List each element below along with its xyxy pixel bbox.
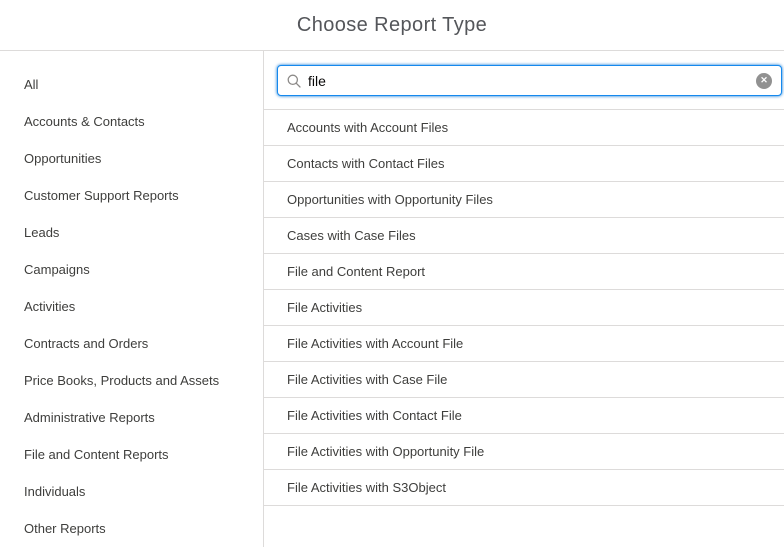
- sidebar-item[interactable]: Campaigns: [0, 251, 263, 288]
- report-type-row[interactable]: File Activities: [264, 290, 784, 326]
- modal-header: Choose Report Type: [0, 0, 784, 51]
- choose-report-type-modal: Choose Report Type AllAccounts & Contact…: [0, 0, 784, 547]
- report-type-row[interactable]: File and Content Report: [264, 254, 784, 290]
- search-row: ✕: [264, 51, 784, 110]
- search-input[interactable]: [277, 65, 782, 96]
- report-type-panel: ✕ Accounts with Account FilesContacts wi…: [264, 51, 784, 547]
- report-type-row[interactable]: Contacts with Contact Files: [264, 146, 784, 182]
- report-type-row[interactable]: Cases with Case Files: [264, 218, 784, 254]
- sidebar-item[interactable]: Accounts & Contacts: [0, 103, 263, 140]
- close-icon: ✕: [760, 76, 768, 85]
- sidebar-item[interactable]: All: [0, 66, 263, 103]
- report-type-row[interactable]: Opportunities with Opportunity Files: [264, 182, 784, 218]
- report-type-row[interactable]: File Activities with Contact File: [264, 398, 784, 434]
- sidebar-item[interactable]: Individuals: [0, 473, 263, 510]
- sidebar-item[interactable]: File and Content Reports: [0, 436, 263, 473]
- sidebar-item[interactable]: Activities: [0, 288, 263, 325]
- sidebar-item[interactable]: Contracts and Orders: [0, 325, 263, 362]
- report-type-row[interactable]: File Activities with Case File: [264, 362, 784, 398]
- sidebar-item[interactable]: Leads: [0, 214, 263, 251]
- report-type-row[interactable]: File Activities with S3Object: [264, 470, 784, 506]
- report-type-list: Accounts with Account FilesContacts with…: [264, 110, 784, 547]
- sidebar-item[interactable]: Customer Support Reports: [0, 177, 263, 214]
- report-category-sidebar: AllAccounts & ContactsOpportunitiesCusto…: [0, 51, 264, 547]
- report-type-row[interactable]: File Activities with Account File: [264, 326, 784, 362]
- clear-search-button[interactable]: ✕: [756, 73, 772, 89]
- page-title: Choose Report Type: [297, 14, 487, 37]
- report-type-row[interactable]: File Activities with Opportunity File: [264, 434, 784, 470]
- report-type-row[interactable]: Accounts with Account Files: [264, 110, 784, 146]
- search-box: ✕: [277, 65, 782, 96]
- sidebar-item[interactable]: Other Reports: [0, 510, 263, 547]
- modal-body: AllAccounts & ContactsOpportunitiesCusto…: [0, 51, 784, 547]
- sidebar-item[interactable]: Opportunities: [0, 140, 263, 177]
- sidebar-item[interactable]: Administrative Reports: [0, 399, 263, 436]
- sidebar-item[interactable]: Price Books, Products and Assets: [0, 362, 263, 399]
